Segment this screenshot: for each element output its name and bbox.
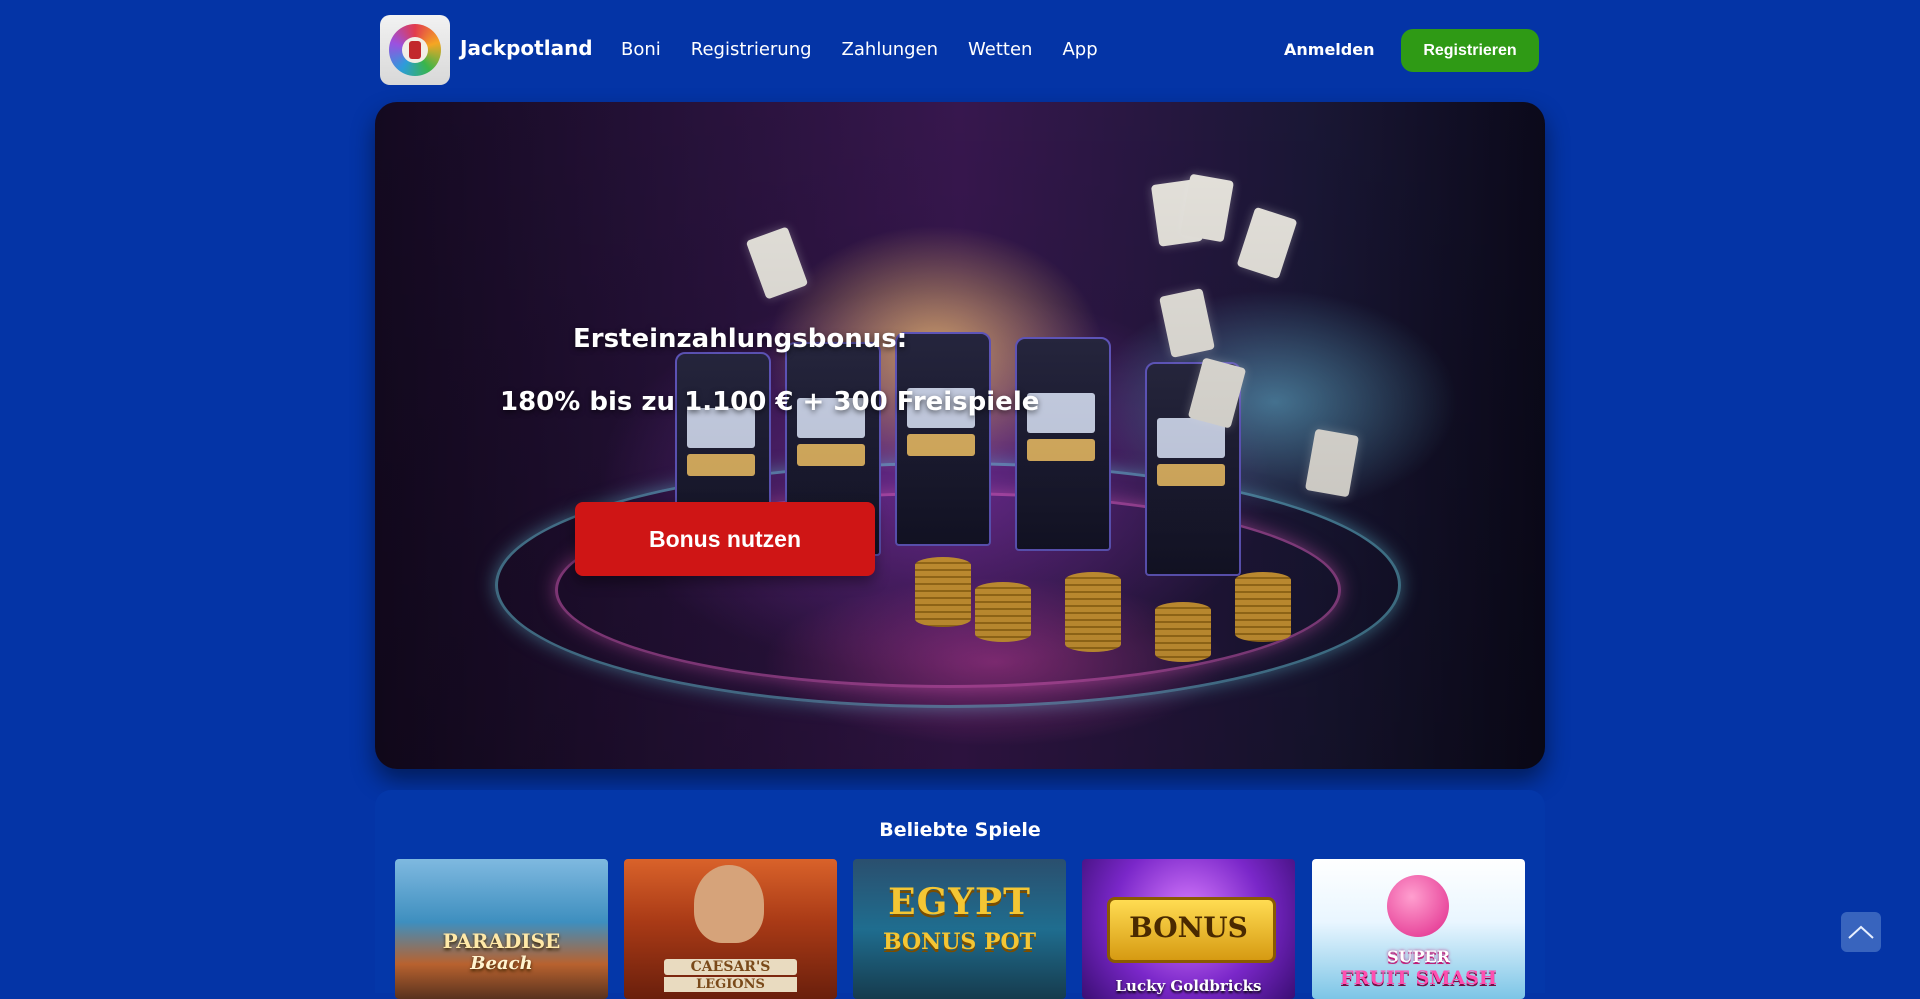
game-title: EGYPT — [888, 881, 1031, 923]
game-subtitle: BONUS POT — [882, 929, 1037, 955]
game-tile-paradise-beach[interactable]: PARADISE Beach — [395, 859, 608, 999]
nav-registrierung[interactable]: Registrierung — [691, 39, 812, 60]
nav-boni[interactable]: Boni — [621, 39, 661, 60]
popular-games-section: Beliebte Spiele PARADISE Beach CAESAR'S … — [375, 790, 1545, 999]
game-title: SUPER — [1386, 947, 1451, 966]
logo-icon[interactable] — [380, 15, 450, 85]
scroll-top-button[interactable] — [1841, 912, 1881, 952]
game-title: PARADISE — [442, 929, 561, 953]
hero-offer: 180% bis zu 1.100 € + 300 Freispiele — [500, 387, 1040, 417]
game-subtitle: FRUIT SMASH — [1340, 967, 1497, 989]
game-subtitle: Lucky Goldbricks — [1115, 977, 1262, 995]
section-title: Beliebte Spiele — [879, 819, 1041, 841]
chevron-up-icon — [1848, 925, 1874, 939]
game-subtitle: Beach — [470, 953, 533, 974]
hero-banner: Ersteinzahlungsbonus: 180% bis zu 1.100 … — [375, 102, 1545, 769]
main-nav: Boni Registrierung Zahlungen Wetten App — [621, 39, 1128, 60]
nav-wetten[interactable]: Wetten — [968, 39, 1032, 60]
bonus-cta-button[interactable]: Bonus nutzen — [575, 502, 875, 576]
nav-zahlungen[interactable]: Zahlungen — [842, 39, 939, 60]
dragonfruit-illustration — [1387, 875, 1449, 937]
site-header: Jackpotland Boni Registrierung Zahlungen… — [380, 15, 1540, 85]
hero-overlay — [375, 102, 1545, 769]
register-button[interactable]: Registrieren — [1401, 29, 1539, 72]
login-link[interactable]: Anmelden — [1284, 40, 1374, 59]
game-tile-caesars-legions[interactable]: CAESAR'S LEGIONS — [624, 859, 837, 999]
game-title: BONUS — [1129, 911, 1248, 944]
game-tile-lucky-goldbricks[interactable]: BONUS Lucky Goldbricks — [1082, 859, 1295, 999]
game-subtitle: LEGIONS — [664, 977, 797, 992]
game-title: CAESAR'S — [664, 959, 797, 975]
caesar-figure — [694, 865, 764, 943]
game-tile-super-fruit-smash[interactable]: SUPER FRUIT SMASH — [1312, 859, 1525, 999]
nav-app[interactable]: App — [1062, 39, 1097, 60]
hero-title: Ersteinzahlungsbonus: — [573, 324, 908, 354]
game-tile-egypt-bonus-pot[interactable]: EGYPT BONUS POT — [853, 859, 1066, 999]
brand-name[interactable]: Jackpotland — [460, 36, 593, 60]
